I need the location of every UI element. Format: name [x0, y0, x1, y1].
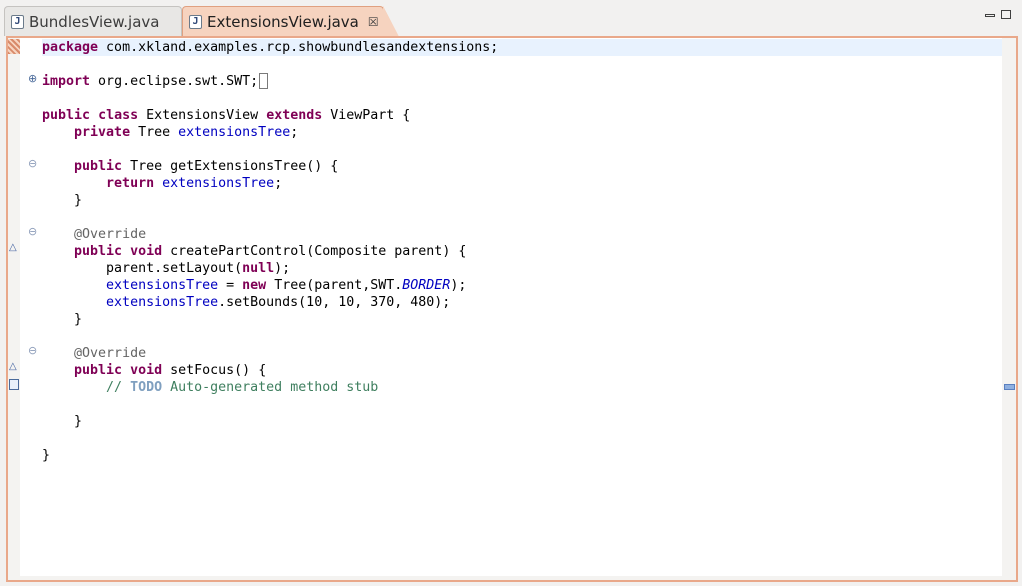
- vertical-ruler: △ △: [8, 38, 20, 580]
- java-file-icon: J: [189, 14, 202, 29]
- overview-ruler[interactable]: [1002, 38, 1016, 580]
- code-line: extensionsTree.setBounds(10, 10, 370, 48…: [106, 295, 451, 310]
- code-line: extensionsTree = new Tree(parent,SWT.BOR…: [106, 278, 467, 293]
- folding-ruler: ⊕ ⊖ ⊖ ⊖: [20, 38, 41, 580]
- code-line: }: [74, 312, 83, 327]
- tab-bundles-view[interactable]: J BundlesView.java: [4, 6, 182, 36]
- code-line: public class ExtensionsView extends View…: [42, 108, 411, 123]
- override-marker-icon[interactable]: △: [9, 243, 17, 253]
- code-line: parent.setLayout(null);: [106, 261, 291, 276]
- fold-collapse-icon[interactable]: ⊖: [28, 226, 37, 237]
- fold-collapse-icon[interactable]: ⊖: [28, 345, 37, 356]
- code-line: @Override: [74, 227, 147, 242]
- code-line: public void createPartControl(Composite …: [74, 244, 467, 259]
- override-marker-icon[interactable]: △: [9, 362, 17, 372]
- code-line: // TODO Auto-generated method stub: [106, 380, 379, 395]
- tab-label: BundlesView.java: [29, 12, 160, 31]
- code-line: @Override: [74, 346, 147, 361]
- close-tab-icon[interactable]: ☒: [368, 15, 379, 29]
- tab-label: ExtensionsView.java: [207, 12, 359, 31]
- task-overview-marker[interactable]: [1004, 384, 1015, 390]
- code-line: package com.xkland.examples.rcp.showbund…: [42, 39, 1002, 56]
- editor-bottom-edge: [20, 576, 1002, 580]
- warning-marker-icon[interactable]: [8, 39, 20, 54]
- code-line: }: [42, 448, 51, 463]
- java-file-icon: J: [11, 14, 24, 29]
- fold-expand-icon[interactable]: ⊕: [28, 73, 37, 84]
- code-line: }: [74, 193, 83, 208]
- maximize-icon[interactable]: [1001, 10, 1011, 19]
- code-line: public Tree getExtensionsTree() {: [74, 159, 339, 174]
- code-line: return extensionsTree;: [106, 176, 283, 191]
- folded-region-indicator[interactable]: [259, 73, 269, 89]
- task-marker-icon[interactable]: [9, 379, 19, 390]
- fold-collapse-icon[interactable]: ⊖: [28, 158, 37, 169]
- tab-extensions-view[interactable]: J ExtensionsView.java ☒: [182, 6, 399, 37]
- code-line: import org.eclipse.swt.SWT;: [42, 73, 1002, 90]
- minimize-icon[interactable]: [985, 14, 995, 17]
- code-line: }: [74, 414, 83, 429]
- code-line: public void setFocus() {: [74, 363, 267, 378]
- code-line: private Tree extensionsTree;: [74, 125, 299, 140]
- editor-tab-bar: J BundlesView.java J ExtensionsView.java…: [0, 0, 1022, 37]
- java-editor[interactable]: △ △ ⊕ ⊖ ⊖ ⊖ package com.xkland.examples.…: [6, 36, 1018, 582]
